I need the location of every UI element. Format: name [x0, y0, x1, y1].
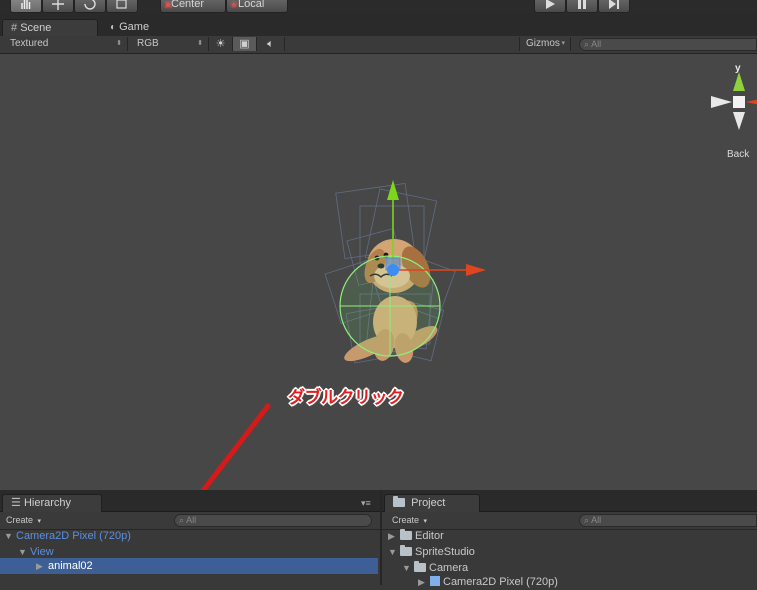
updown-icon: ⬍: [116, 40, 122, 47]
tab-scene-label: Scene: [20, 22, 52, 34]
tab-scene[interactable]: # Scene: [2, 19, 98, 37]
hierarchy-search-input[interactable]: ⌕ All: [174, 514, 372, 527]
dropdown-arrow-icon: ▾: [37, 518, 42, 525]
rotate-icon: [84, 0, 96, 10]
scene-search-input[interactable]: ⌕ All: [579, 38, 757, 51]
updown-icon: ⬍: [197, 40, 203, 47]
color-mode-value: RGB: [137, 38, 159, 49]
hierarchy-panel: ☰ Hierarchy ▾≡ Create ▾ ⌕ All ▼ Camera2D …: [0, 490, 382, 585]
pivot-mode-label: Center: [171, 0, 205, 10]
folder-icon: [414, 561, 426, 572]
folder-icon: [393, 496, 405, 507]
hierarchy-tab-bar: ☰ Hierarchy ▾≡: [0, 490, 380, 512]
grid-icon: #: [11, 22, 18, 34]
step-button[interactable]: [598, 0, 630, 13]
folder-icon: [400, 529, 412, 540]
scene-view-controls: Textured ⬍ RGB ⬍ ☀ ▣ 🔈︎ Gizmos ▾ ⌕ All: [0, 36, 757, 54]
move-tool-button[interactable]: [42, 0, 74, 13]
play-button[interactable]: [534, 0, 566, 13]
project-item[interactable]: ▶ Editor: [388, 528, 444, 544]
pause-button[interactable]: [566, 0, 598, 13]
pivot-space-button[interactable]: ◉ Local: [226, 0, 288, 13]
panel-menu-icon[interactable]: ▾≡: [361, 498, 371, 509]
gizmos-label: Gizmos: [526, 38, 560, 49]
project-item-label: SpriteStudio: [415, 546, 475, 558]
scene-search-placeholder: All: [591, 39, 602, 49]
project-item-label: Camera2D Pixel (720p): [443, 576, 558, 588]
render-mode-dropdown[interactable]: Textured ⬍: [4, 37, 128, 51]
expanded-triangle-icon: ▼: [388, 547, 397, 557]
project-panel: Project Create ▾ ⌕ All ▶ Editor ▼ SpriteSt…: [382, 490, 757, 588]
project-item[interactable]: ▼ SpriteStudio: [388, 544, 475, 560]
list-icon: ☰: [11, 497, 21, 509]
scale-icon: [116, 0, 127, 9]
dropdown-arrow-icon: ▾: [423, 518, 428, 525]
collapsed-triangle-icon: ▶: [388, 531, 395, 541]
render-mode-value: Textured: [10, 38, 49, 49]
hierarchy-search-placeholder: All: [186, 515, 197, 525]
rotate-tool-button[interactable]: [74, 0, 106, 13]
annotation-double-click-label: ダブルクリック: [288, 388, 404, 408]
pivot-space-label: Local: [238, 0, 265, 10]
dropdown-arrow-icon: ▾: [561, 40, 565, 47]
play-icon: [546, 0, 555, 9]
project-search-placeholder: All: [591, 515, 602, 525]
game-icon: ◐: [110, 22, 117, 33]
project-create-button[interactable]: Create ▾: [392, 514, 427, 528]
create-label: Create: [392, 515, 420, 525]
project-item-label: Editor: [415, 530, 444, 542]
speaker-icon: 🔈︎: [267, 38, 274, 50]
move-icon: [52, 0, 64, 10]
project-search-input[interactable]: ⌕ All: [579, 514, 757, 527]
scene-viewport[interactable]: y Back ダブルクリック: [0, 54, 757, 490]
pause-icon: [578, 0, 586, 9]
local-icon: ◉: [230, 0, 238, 9]
gizmos-dropdown[interactable]: Gizmos ▾: [519, 37, 571, 51]
hierarchy-item-label: Camera2D Pixel (720p): [16, 530, 131, 542]
tab-project[interactable]: Project: [384, 494, 480, 512]
tab-hierarchy-label: Hierarchy: [23, 497, 72, 509]
axis-y-label: y: [735, 63, 741, 74]
collapsed-triangle-icon: ▶: [418, 577, 425, 587]
hand-tool-button[interactable]: [10, 0, 42, 13]
scale-tool-button[interactable]: [106, 0, 138, 13]
image-icon: ▣: [239, 38, 250, 50]
pivot-mode-button[interactable]: ▣ Center: [160, 0, 226, 13]
scene-tab-bar: # Scene ◐ Game: [0, 14, 757, 37]
view-orientation-label: Back: [727, 149, 750, 160]
hierarchy-item-label: animal02: [48, 560, 93, 572]
tab-hierarchy[interactable]: ☰ Hierarchy: [2, 494, 102, 512]
expanded-triangle-icon: ▼: [402, 563, 411, 573]
scene-lighting-toggle[interactable]: ☀: [209, 37, 233, 51]
hierarchy-item[interactable]: ▼ Camera2D Pixel (720p): [4, 528, 131, 544]
orientation-gizmo[interactable]: [711, 72, 757, 130]
project-item[interactable]: ▶ Camera2D Pixel (720p): [418, 574, 558, 590]
create-label: Create: [6, 515, 34, 525]
collapsed-triangle-icon: ▶: [36, 561, 43, 571]
scene-audio-toggle[interactable]: 🔈︎: [257, 37, 285, 51]
scene-canvas: [200, 72, 757, 490]
tab-project-label: Project: [411, 497, 446, 509]
pivot-icon: ▣: [164, 0, 173, 9]
search-icon: ⌕: [179, 515, 185, 525]
search-icon: ⌕: [584, 515, 590, 525]
hierarchy-item-label: View: [30, 546, 54, 558]
expanded-triangle-icon: ▼: [4, 531, 13, 541]
color-mode-dropdown[interactable]: RGB ⬍: [131, 37, 209, 51]
tab-game-label: Game: [119, 21, 150, 33]
search-icon: ⌕: [584, 39, 590, 49]
hierarchy-create-button[interactable]: Create ▾: [6, 514, 41, 528]
folder-icon: [400, 545, 412, 556]
scene-effects-toggle[interactable]: ▣: [233, 37, 257, 51]
step-icon: [609, 0, 619, 9]
hand-icon: [21, 0, 31, 9]
project-tab-bar: Project: [382, 490, 757, 512]
sun-icon: ☀: [215, 38, 226, 50]
annotation-arrow: [200, 403, 271, 490]
project-item-label: Camera: [429, 562, 469, 574]
hierarchy-item-selected[interactable]: ▶ animal02: [0, 558, 378, 574]
tab-game[interactable]: ◐ Game: [102, 19, 182, 37]
main-toolbar: ▣ Center ◉ Local: [0, 0, 757, 14]
